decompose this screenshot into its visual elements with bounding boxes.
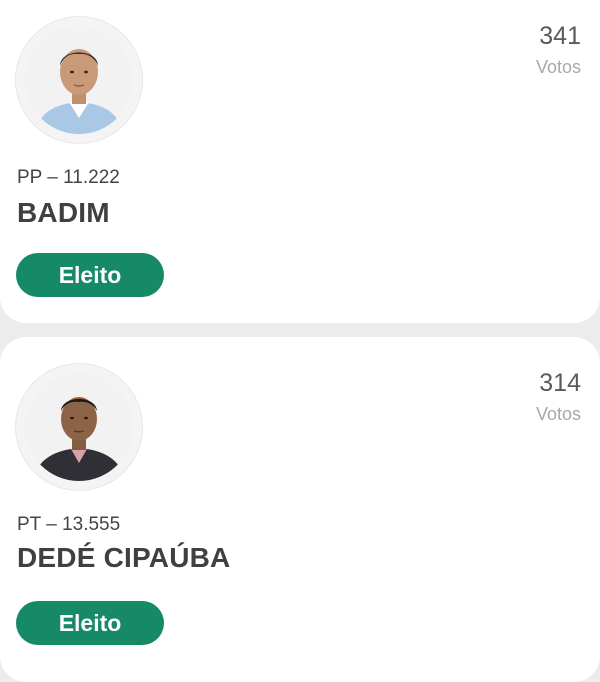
candidate-name: DEDÉ CIPAÚBA [17, 542, 231, 573]
party-number: PT – 13.555 [17, 514, 121, 535]
candidate-photo [25, 373, 133, 481]
candidate-name: BADIM [17, 197, 110, 228]
votes-label: Votos [535, 404, 581, 424]
avatar [16, 364, 142, 490]
candidate-card[interactable]: 314 Votos PT – 13.555 DEDÉ CIPAÚBA Eleit… [0, 337, 600, 682]
votes-count: 314 [539, 369, 581, 397]
candidate-card[interactable]: 341 Votos PP – 11.222 BADIM Eleito [0, 0, 600, 323]
party-number: PP – 11.222 [17, 167, 120, 188]
avatar [16, 17, 142, 143]
elected-status-badge[interactable]: Eleito [16, 601, 164, 645]
candidate-photo [25, 26, 133, 134]
votes-count: 341 [539, 22, 581, 50]
elected-status-badge[interactable]: Eleito [16, 253, 164, 297]
votes-label: Votos [535, 57, 581, 77]
